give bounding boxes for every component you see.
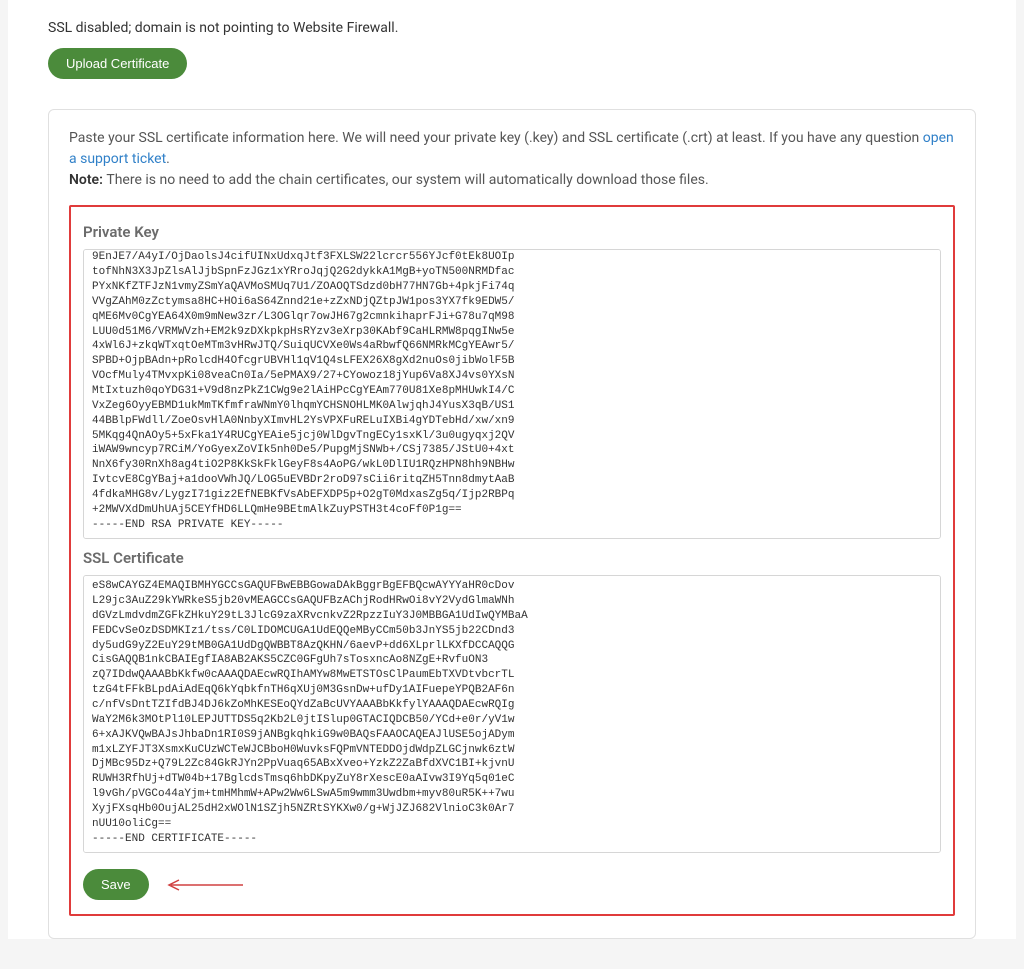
upload-certificate-button[interactable]: Upload Certificate <box>48 48 187 79</box>
note-text: There is no need to add the chain certif… <box>106 172 708 188</box>
ssl-certificate-textarea[interactable] <box>83 575 941 853</box>
private-key-textarea[interactable] <box>83 249 941 539</box>
private-key-label: Private Key <box>83 223 941 241</box>
highlighted-input-area: Private Key SSL Certificate Save <box>69 205 955 916</box>
ssl-status-text: SSL disabled; domain is not pointing to … <box>48 20 976 36</box>
instruction-prefix: Paste your SSL certificate information h… <box>69 130 923 146</box>
instruction-suffix: . <box>166 151 170 167</box>
certificate-panel: Paste your SSL certificate information h… <box>48 109 976 939</box>
ssl-certificate-label: SSL Certificate <box>83 549 941 567</box>
note-label: Note: <box>69 172 106 188</box>
instruction-text: Paste your SSL certificate information h… <box>69 128 955 191</box>
arrow-indicator-icon <box>163 878 243 892</box>
save-button[interactable]: Save <box>83 869 149 900</box>
